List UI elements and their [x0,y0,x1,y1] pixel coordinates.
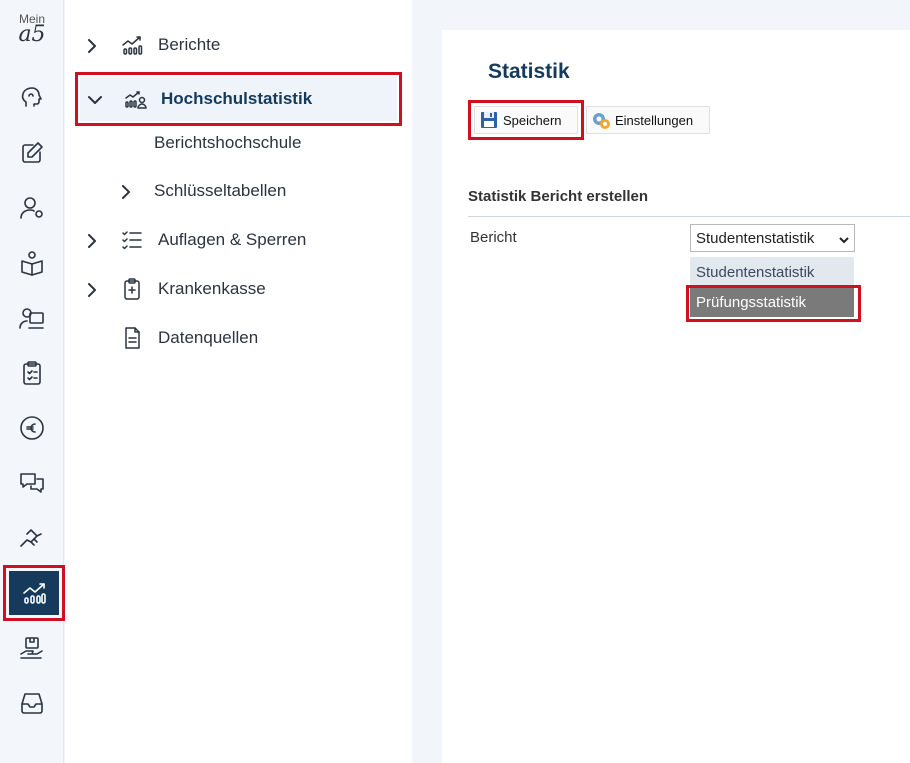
floppy-disk-icon [481,112,497,128]
save-button-label: Speichern [503,112,562,128]
section-divider [468,216,910,217]
euro-icon[interactable] [14,410,50,446]
nav-item-label: Krankenkasse [158,279,266,298]
nav-item-krankenkasse[interactable]: Krankenkasse [65,269,412,309]
icon-rail: Mein a5 [0,0,65,763]
navigation-tree: Berichte Hochschulstatistik Berichtshoch… [65,0,412,763]
handshake-icon[interactable] [14,520,50,556]
save-button[interactable]: Speichern [474,106,578,134]
chevron-down-icon [838,233,850,245]
statistics-icon[interactable] [9,571,59,615]
chevron-right-icon[interactable] [85,282,99,297]
teacher-icon[interactable] [14,300,50,336]
page-title: Statistik [488,60,570,83]
medical-clipboard-icon [120,277,144,301]
nav-item-label: Berichte [158,35,221,54]
nav-item-hochschulstatistik[interactable]: Hochschulstatistik [80,77,397,121]
bericht-label: Bericht [470,229,517,246]
edit-icon[interactable] [14,135,50,171]
settings-button[interactable]: Einstellungen [586,106,710,134]
settings-gear-icon [593,113,610,129]
nav-item-datenquellen[interactable]: Datenquellen [65,318,412,358]
brain-icon[interactable] [14,80,50,116]
nav-item-berichtshochschule[interactable]: Berichtshochschule [65,123,412,163]
nav-item-hochschulstatistik-row[interactable]: Hochschulstatistik [68,79,415,119]
chevron-right-icon[interactable] [85,38,99,53]
checklist-icon [120,228,144,252]
nav-item-label: Schlüsseltabellen [154,181,287,200]
settings-button-label: Einstellungen [615,112,694,128]
document-icon [120,326,144,350]
chevron-right-icon[interactable] [85,233,99,248]
nav-item-label: Berichtshochschule [154,133,302,152]
chart-icon [120,33,144,57]
book-user-icon[interactable] [14,245,50,281]
nav-item-label: Auflagen & Sperren [158,230,307,249]
user-settings-icon[interactable] [14,190,50,226]
chart-users-icon [123,87,147,111]
mein-a5-logo[interactable]: Mein a5 [0,12,64,47]
chevron-right-icon[interactable] [119,184,133,199]
chevron-down-icon[interactable] [88,92,102,106]
option-studentenstatistik[interactable]: Studentenstatistik [690,257,854,287]
nav-item-label: Datenquellen [158,328,259,347]
logo-bottom-text: a5 [18,22,46,47]
nav-item-label: Hochschulstatistik [161,89,313,108]
nav-item-auflagen-sperren[interactable]: Auflagen & Sperren [65,220,412,260]
bericht-select-value: Studentenstatistik [696,229,815,247]
statistik-panel: Statistik Speichern Einstellungen Statis… [442,30,910,763]
clipboard-icon[interactable] [14,355,50,391]
statistics-nav-highlight [3,565,65,621]
chat-icon[interactable] [14,465,50,501]
section-title: Statistik Bericht erstellen [468,188,649,205]
bericht-select[interactable]: Studentenstatistik [690,224,855,252]
nav-item-berichte[interactable]: Berichte [65,25,412,65]
nav-item-schluesseltabellen[interactable]: Schlüsseltabellen [65,171,412,211]
inbox-icon[interactable] [14,685,50,721]
hand-box-icon[interactable] [14,630,50,666]
option-highlight [686,285,861,322]
nav-selected-highlight: Hochschulstatistik [75,72,402,126]
